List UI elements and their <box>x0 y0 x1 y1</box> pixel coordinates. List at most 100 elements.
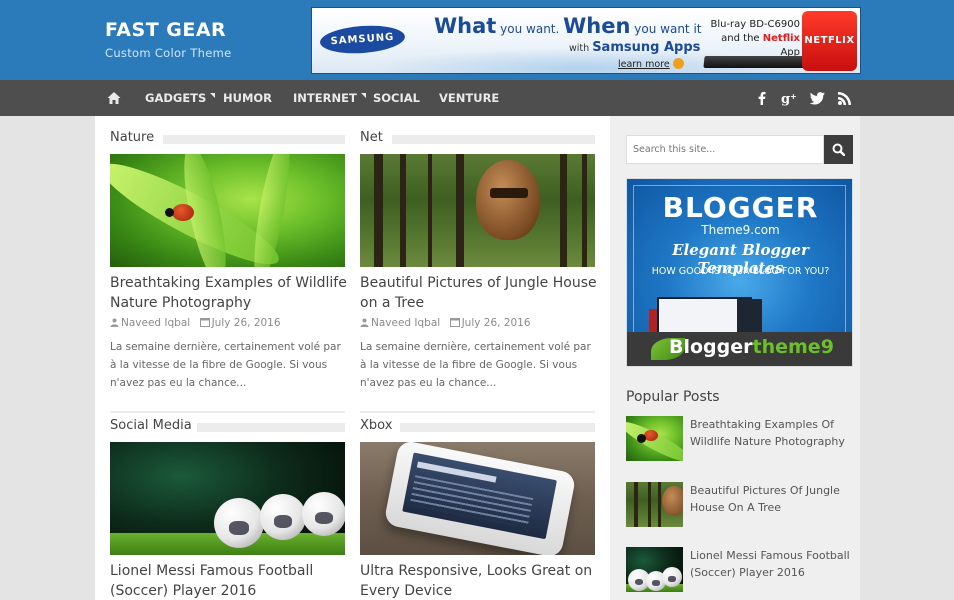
soccer-ball <box>260 494 306 540</box>
ad-brand-text: Bloggertheme9 <box>669 336 834 358</box>
post-divider <box>110 411 345 413</box>
treehouse-window <box>490 188 528 198</box>
category-label[interactable]: Nature <box>110 130 164 145</box>
popular-post-title[interactable]: Breathtaking Examples Of Wildlife Nature… <box>690 416 850 450</box>
author-icon <box>110 318 119 327</box>
popular-post-title[interactable]: Lionel Messi Famous Football (Soccer) Pl… <box>690 547 850 581</box>
category-divider <box>197 423 345 432</box>
tree-trunk <box>582 154 587 267</box>
category-divider <box>392 135 595 144</box>
nav-item-internet[interactable]: INTERNET <box>293 80 366 116</box>
ad-product-prefix: and the <box>721 33 760 44</box>
smartphone-image <box>383 442 577 555</box>
category-heading: Social Media <box>110 418 345 436</box>
ladybug-image <box>165 204 194 221</box>
post-divider <box>360 411 595 413</box>
ad-sub-brand: Samsung Apps <box>592 40 701 55</box>
tree-trunk <box>456 154 464 267</box>
category-label[interactable]: Xbox <box>360 418 402 433</box>
ad-learn-more-link[interactable]: learn more <box>618 58 684 70</box>
twitter-icon[interactable] <box>809 89 827 107</box>
tree-trunk <box>400 154 406 267</box>
search-icon <box>832 143 845 156</box>
popular-post-item[interactable]: Lionel Messi Famous Football (Soccer) Pl… <box>626 547 856 593</box>
phone-screen <box>402 452 557 540</box>
ad-headline-what: What <box>434 14 497 38</box>
tree-trunk <box>560 154 567 267</box>
post-author[interactable]: Naveed Iqbal <box>121 317 190 329</box>
post-meta: Naveed Iqbal July 26, 2016 <box>360 317 531 329</box>
calendar-icon <box>199 318 210 327</box>
calendar-icon <box>449 318 460 327</box>
ad-brand-bar: Bloggertheme9 <box>627 332 852 366</box>
home-icon[interactable] <box>107 91 121 105</box>
post-title[interactable]: Ultra Responsive, Looks Great on Every D… <box>360 561 600 600</box>
sidebar-ad-banner[interactable]: BLOGGER Theme9.com Elegant Blogger Templ… <box>626 178 853 367</box>
header-ad-banner[interactable]: SAMSUNG What you want. When you want it … <box>311 7 861 74</box>
main-content: Nature Breathtaking Examples of Wildlife… <box>95 116 610 600</box>
nav-item-label: GADGETS <box>145 91 207 105</box>
popular-post-thumbnail[interactable] <box>626 547 683 592</box>
facebook-icon[interactable] <box>753 89 771 107</box>
popular-posts-heading: Popular Posts <box>626 389 720 405</box>
nav-item-venture[interactable]: VENTURE <box>439 80 499 116</box>
post-thumbnail[interactable] <box>110 154 345 267</box>
post-date: July 26, 2016 <box>461 317 531 329</box>
nav-item-label: SOCIAL <box>373 91 421 105</box>
ad-headline-mid: you want. <box>500 22 560 36</box>
author-icon <box>360 318 369 327</box>
soccer-ball <box>214 498 264 548</box>
ad-headline-when: When <box>563 14 631 38</box>
svg-text:g: g <box>781 92 790 107</box>
site-description: Custom Color Theme <box>105 46 232 60</box>
post-meta: Naveed Iqbal July 26, 2016 <box>110 317 281 329</box>
category-heading: Net <box>360 130 595 148</box>
tree-trunk <box>374 154 383 267</box>
post-excerpt: La semaine dernière, certainement volé p… <box>360 341 591 389</box>
post-title[interactable]: Lionel Messi Famous Football (Soccer) Pl… <box>110 561 350 600</box>
dropdown-caret-icon <box>210 93 216 98</box>
site-header: FAST GEAR Custom Color Theme SAMSUNG Wha… <box>0 0 954 80</box>
ad-learn-more-text: learn more <box>618 59 670 70</box>
category-label[interactable]: Social Media <box>110 418 202 433</box>
ad-product-text: Blu-ray BD-C6900 and the Netflix App <box>707 18 800 60</box>
soccer-ball <box>662 567 682 587</box>
popular-post-item[interactable]: Beautiful Pictures Of Jungle House On A … <box>626 482 856 528</box>
post-thumbnail[interactable] <box>360 154 595 267</box>
category-divider <box>400 423 595 432</box>
post-thumbnail[interactable] <box>360 442 595 555</box>
ad-domain: Theme9.com <box>701 223 780 237</box>
popular-post-thumbnail[interactable] <box>626 482 683 527</box>
rss-icon[interactable] <box>836 89 854 107</box>
ad-product-line1: Blu-ray BD-C6900 <box>710 19 800 30</box>
ad-title: BLOGGER <box>662 191 819 224</box>
post-author[interactable]: Naveed Iqbal <box>371 317 440 329</box>
ad-product-netflix: Netflix <box>762 33 800 44</box>
nav-item-label: INTERNET <box>293 91 357 105</box>
post-thumbnail[interactable] <box>110 442 345 555</box>
popular-post-title[interactable]: Beautiful Pictures Of Jungle House On A … <box>690 482 850 516</box>
post-card: Net Beautiful Pictures of Jungle House o… <box>360 130 597 420</box>
category-label[interactable]: Net <box>360 130 393 145</box>
soccer-ball <box>302 492 345 536</box>
ladybug-image <box>637 430 658 443</box>
popular-post-item[interactable]: Breathtaking Examples Of Wildlife Nature… <box>626 416 856 462</box>
post-title[interactable]: Beautiful Pictures of Jungle House on a … <box>360 273 600 313</box>
tree-trunk <box>658 482 661 527</box>
site-title[interactable]: FAST GEAR <box>105 19 226 41</box>
search-input[interactable] <box>626 135 824 164</box>
post-title[interactable]: Breathtaking Examples of Wildlife Nature… <box>110 273 350 313</box>
popular-post-thumbnail[interactable] <box>626 416 683 461</box>
search-button[interactable] <box>824 135 853 164</box>
ad-sub-prefix: with <box>569 43 590 54</box>
tree-trunk <box>648 482 651 527</box>
nav-item-social[interactable]: SOCIAL <box>373 80 420 116</box>
ad-headline-end: you want it <box>634 22 702 36</box>
play-icon <box>672 58 684 69</box>
nav-item-label: HUMOR <box>223 91 273 105</box>
category-heading: Xbox <box>360 418 595 436</box>
netflix-badge: NETFLIX <box>802 11 857 71</box>
nav-item-humor[interactable]: HUMOR <box>223 80 272 116</box>
nav-item-gadgets[interactable]: GADGETS <box>145 80 216 116</box>
google-plus-icon[interactable]: g + <box>780 89 798 107</box>
